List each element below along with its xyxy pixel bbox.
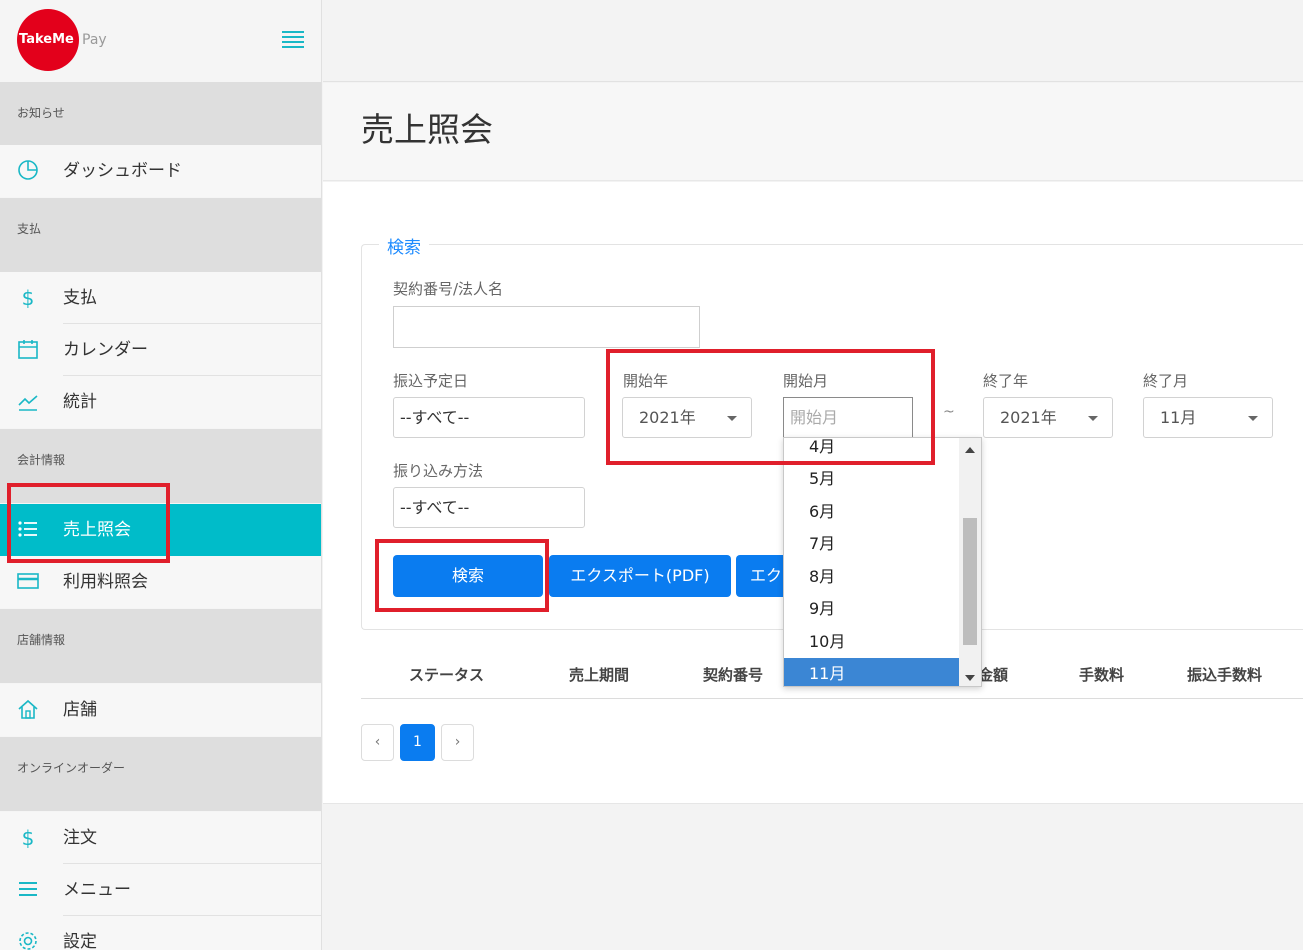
- sidebar-item-stats[interactable]: 統計: [0, 376, 321, 428]
- scroll-down-icon[interactable]: [965, 675, 975, 681]
- logo-text: TakeMe: [19, 32, 74, 47]
- chevron-down-icon: [727, 416, 737, 421]
- dropdown-option[interactable]: 8月: [784, 561, 960, 593]
- credit-card-icon: [16, 570, 40, 594]
- contract-label: 契約番号/法人名: [393, 280, 504, 298]
- start-month-label: 開始月: [783, 372, 829, 390]
- start-month-dropdown[interactable]: 4月 5月 6月 7月 8月 9月 10月 11月: [783, 437, 982, 687]
- sidebar-item-dashboard[interactable]: ダッシュボード: [0, 145, 321, 197]
- dropdown-option-selected[interactable]: 11月: [784, 658, 960, 686]
- dropdown-option[interactable]: 5月: [784, 463, 960, 495]
- line-chart-icon: [16, 390, 40, 414]
- sidebar-item-label: カレンダー: [63, 340, 148, 360]
- logo-area: TakeMe Pay: [0, 0, 321, 82]
- end-year-select[interactable]: 2021年: [983, 397, 1113, 438]
- transfer-method-label: 振り込み方法: [393, 462, 484, 480]
- column-amount: 金額: [978, 666, 1009, 684]
- sidebar-item-label: 設定: [63, 932, 97, 950]
- column-sales-period: 売上期間: [569, 666, 630, 684]
- sidebar-item-label: 注文: [63, 828, 97, 848]
- chevron-down-icon: [1088, 416, 1098, 421]
- gear-icon: [16, 930, 40, 950]
- pie-chart-icon: [16, 159, 40, 183]
- end-month-value: 11月: [1160, 408, 1197, 427]
- scrollbar-thumb[interactable]: [963, 518, 977, 645]
- dropdown-option[interactable]: 6月: [784, 496, 960, 528]
- dollar-icon: $: [21, 826, 35, 850]
- transfer-method-select[interactable]: --すべて--: [393, 487, 585, 528]
- start-year-label: 開始年: [623, 372, 669, 390]
- sidebar-item-label: 支払: [63, 288, 97, 308]
- contract-input[interactable]: [393, 306, 700, 348]
- sidebar-section-online-order: オンラインオーダー: [0, 737, 321, 811]
- start-year-select[interactable]: 2021年: [622, 397, 752, 438]
- sidebar-item-label: メニュー: [63, 880, 131, 900]
- end-month-label: 終了月: [1143, 372, 1189, 390]
- export-pdf-button[interactable]: エクスポート(PDF): [549, 555, 731, 597]
- sidebar-item-calendar[interactable]: カレンダー: [0, 324, 321, 376]
- pagination-next[interactable]: ›: [441, 724, 474, 761]
- pagination-prev[interactable]: ‹: [361, 724, 394, 761]
- start-month-placeholder: 開始月: [790, 408, 839, 427]
- sidebar-item-menu[interactable]: メニュー: [0, 864, 321, 916]
- scroll-up-icon[interactable]: [965, 447, 975, 453]
- chevron-down-icon: [1248, 416, 1258, 421]
- dollar-icon: $: [21, 286, 35, 310]
- sidebar-section-payment: 支払: [0, 198, 321, 272]
- dropdown-option[interactable]: 7月: [784, 528, 960, 560]
- transfer-method-value: --すべて--: [400, 498, 470, 517]
- column-contract-number: 契約番号: [703, 666, 764, 684]
- hamburger-menu-icon[interactable]: [282, 31, 304, 48]
- sidebar-section-store: 店舗情報: [0, 609, 321, 683]
- sidebar-section-notices: お知らせ: [0, 82, 321, 145]
- sidebar-item-label: 利用料照会: [63, 572, 148, 592]
- sidebar-item-orders[interactable]: $ 注文: [0, 812, 321, 864]
- end-year-value: 2021年: [1000, 408, 1057, 427]
- top-bar: [323, 0, 1303, 82]
- transfer-date-value: --すべて--: [400, 408, 470, 427]
- search-legend: 検索: [379, 233, 429, 258]
- sidebar-item-store[interactable]: 店舗: [0, 684, 321, 736]
- dropdown-option[interactable]: 10月: [784, 626, 960, 658]
- start-year-value: 2021年: [639, 408, 696, 427]
- transfer-date-label: 振込予定日: [393, 372, 469, 390]
- end-month-select[interactable]: 11月: [1143, 397, 1273, 438]
- sidebar-item-settings[interactable]: 設定: [0, 916, 321, 950]
- column-status: ステータス: [409, 666, 485, 684]
- sidebar-item-label: 統計: [63, 392, 97, 412]
- list-icon: [16, 518, 40, 542]
- sidebar-item-fee-inquiry[interactable]: 利用料照会: [0, 556, 321, 608]
- start-month-select[interactable]: 開始月: [783, 397, 913, 438]
- sidebar-item-payment[interactable]: $ 支払: [0, 272, 321, 324]
- sidebar: TakeMe Pay お知らせ ダッシュボード 支払 $ 支払 カレンダー 統計…: [0, 0, 322, 950]
- sidebar-item-sales-inquiry[interactable]: 売上照会: [0, 504, 321, 556]
- dropdown-option[interactable]: 4月: [784, 438, 960, 463]
- sidebar-item-label: 店舗: [63, 700, 97, 720]
- sidebar-item-label: 売上照会: [63, 520, 131, 540]
- page-title: 売上照会: [361, 110, 493, 149]
- range-separator: ~: [943, 404, 955, 420]
- transfer-date-select[interactable]: --すべて--: [393, 397, 585, 438]
- page-header: 売上照会: [323, 83, 1303, 181]
- sidebar-section-accounting: 会計情報: [0, 429, 321, 503]
- home-icon: [16, 698, 40, 722]
- column-fee: 手数料: [1079, 666, 1125, 684]
- end-year-label: 終了年: [983, 372, 1029, 390]
- calendar-icon: [16, 338, 40, 362]
- logo-suffix: Pay: [82, 32, 107, 48]
- dropdown-scrollbar[interactable]: [959, 438, 981, 686]
- sidebar-item-label: ダッシュボード: [63, 161, 182, 181]
- search-button[interactable]: 検索: [393, 555, 543, 597]
- pagination-page[interactable]: 1: [400, 724, 435, 761]
- column-transfer-fee: 振込手数料: [1187, 666, 1263, 684]
- menu-icon: [16, 878, 40, 902]
- dropdown-option[interactable]: 9月: [784, 593, 960, 625]
